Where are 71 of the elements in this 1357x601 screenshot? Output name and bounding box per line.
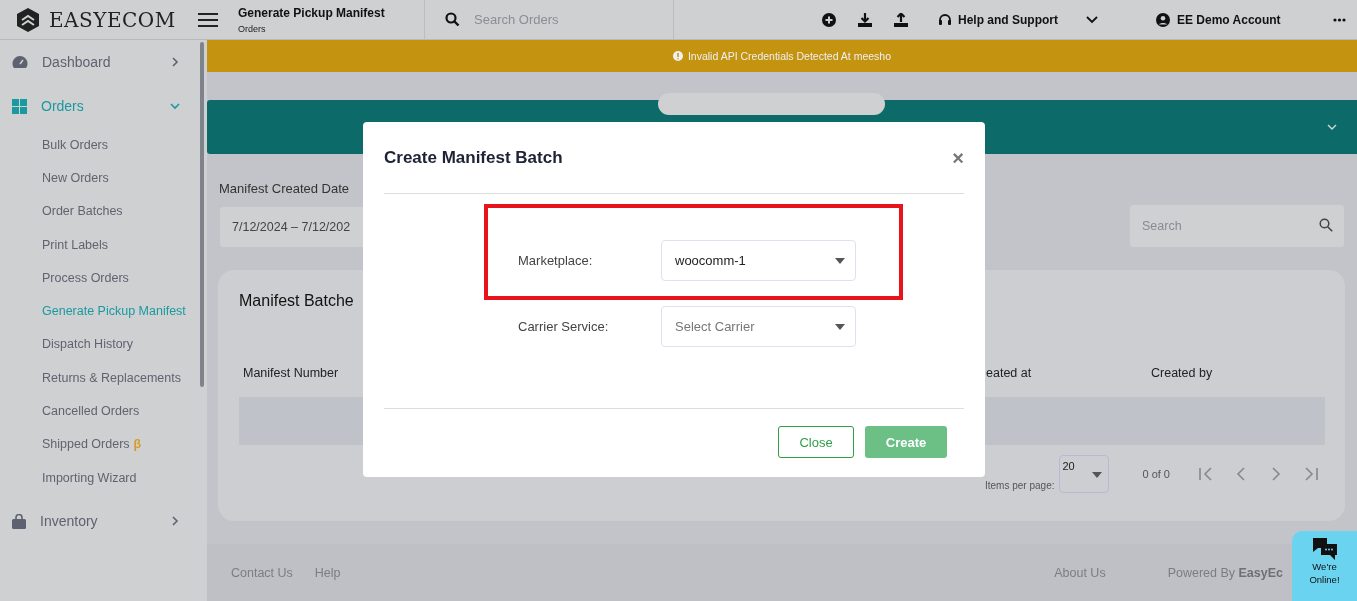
plus-circle-icon[interactable] (822, 12, 836, 27)
page-range: 0 of 0 (1142, 468, 1170, 480)
gauge-icon (12, 55, 28, 69)
field-label: Manifest Created Date (219, 181, 351, 196)
column-header: Manifest Number (243, 366, 339, 380)
help-button[interactable]: Help and Support (938, 12, 1058, 27)
menu-icon[interactable] (198, 12, 218, 27)
chevron-down-icon (170, 101, 180, 111)
page-title: Generate Pickup Manifest (238, 5, 386, 20)
dropdown-field[interactable]: woocomm-1 (661, 240, 856, 281)
column-header: eated at (986, 366, 1032, 380)
search-icon (445, 12, 460, 27)
chevron-down-icon[interactable] (1086, 15, 1098, 24)
sidebar-subitem[interactable]: Cancelled Orders (0, 394, 200, 428)
chevron-right-icon (170, 57, 180, 67)
close-button[interactable]: × (952, 147, 964, 168)
breadcrumb[interactable]: Orders (238, 23, 424, 34)
powered-by: Powered By EasyEc (1167, 565, 1283, 580)
chevron-right-icon (170, 516, 180, 527)
caret-icon (835, 323, 845, 330)
headset-icon (938, 12, 952, 27)
scrollbar[interactable] (200, 42, 204, 387)
field-label: Carrier Service: (518, 319, 610, 334)
sidebar-subitem[interactable]: Shipped Orders β (0, 427, 200, 461)
footer-link[interactable]: About Us (1054, 565, 1106, 580)
create-button[interactable]: Create (865, 426, 947, 458)
last-page-icon[interactable] (1303, 467, 1319, 481)
caret-icon (1092, 472, 1103, 478)
dropdown-field[interactable]: Select Carrier (661, 306, 856, 347)
warning-message: Invalid API Credentials Detected At meesho (687, 50, 892, 62)
beta-label: β (133, 437, 142, 452)
search-field[interactable]: Search (1129, 204, 1345, 248)
page-size-select[interactable]: 20 (1059, 455, 1110, 493)
shopping-bag-icon (12, 513, 26, 529)
field-label: Marketplace: (518, 253, 594, 268)
footer-link[interactable]: Help (314, 565, 341, 580)
close-button[interactable]: Close (778, 426, 854, 458)
upload-icon[interactable] (894, 12, 908, 27)
sidebar-item[interactable]: Orders (0, 84, 200, 128)
search-field[interactable]: Search Orders (472, 11, 646, 28)
sidebar-subitem[interactable]: New Orders (0, 161, 200, 195)
sidebar-subitem[interactable]: Dispatch History (0, 327, 200, 362)
logo-text: EASYECOM (49, 7, 176, 32)
user-icon (1156, 12, 1170, 27)
modal-title: Create Manifest Batch (384, 147, 563, 168)
chat-icon (1312, 538, 1337, 560)
chat-text: Online! (1309, 573, 1340, 586)
footer-link[interactable]: Contact Us (231, 565, 293, 580)
sidebar-subitem[interactable]: Order Batches (0, 194, 200, 228)
first-page-icon[interactable] (1198, 467, 1214, 481)
search-icon (1319, 218, 1333, 232)
more-icon[interactable] (1332, 17, 1346, 22)
chat-widget[interactable]: We're Online! (1292, 531, 1357, 601)
column-header: Created by (1151, 366, 1213, 380)
sidebar-subitem[interactable]: Bulk Orders (0, 128, 200, 162)
account-button[interactable]: EE Demo Account (1156, 12, 1281, 27)
sidebar-subitem[interactable]: Generate Pickup Manifest (0, 294, 200, 328)
items-per-page-label: Items per page: (985, 479, 1055, 491)
card-title: Manifest Batche (239, 292, 355, 310)
grid-icon (12, 98, 27, 114)
sidebar-subitem[interactable]: Importing Wizard (0, 460, 200, 495)
logo-icon (15, 6, 41, 33)
sidebar-item[interactable]: Inventory (0, 499, 200, 544)
download-icon[interactable] (858, 12, 872, 27)
sidebar-subitem[interactable]: Returns & Replacements (0, 361, 200, 395)
caret-icon (835, 257, 845, 264)
info-icon (672, 51, 683, 61)
sidebar-item[interactable]: Dashboard (0, 40, 200, 84)
sidebar-subitem[interactable]: Print Labels (0, 227, 200, 262)
chat-text: We're (1312, 560, 1337, 573)
sidebar-subitem[interactable]: Process Orders (0, 261, 200, 295)
